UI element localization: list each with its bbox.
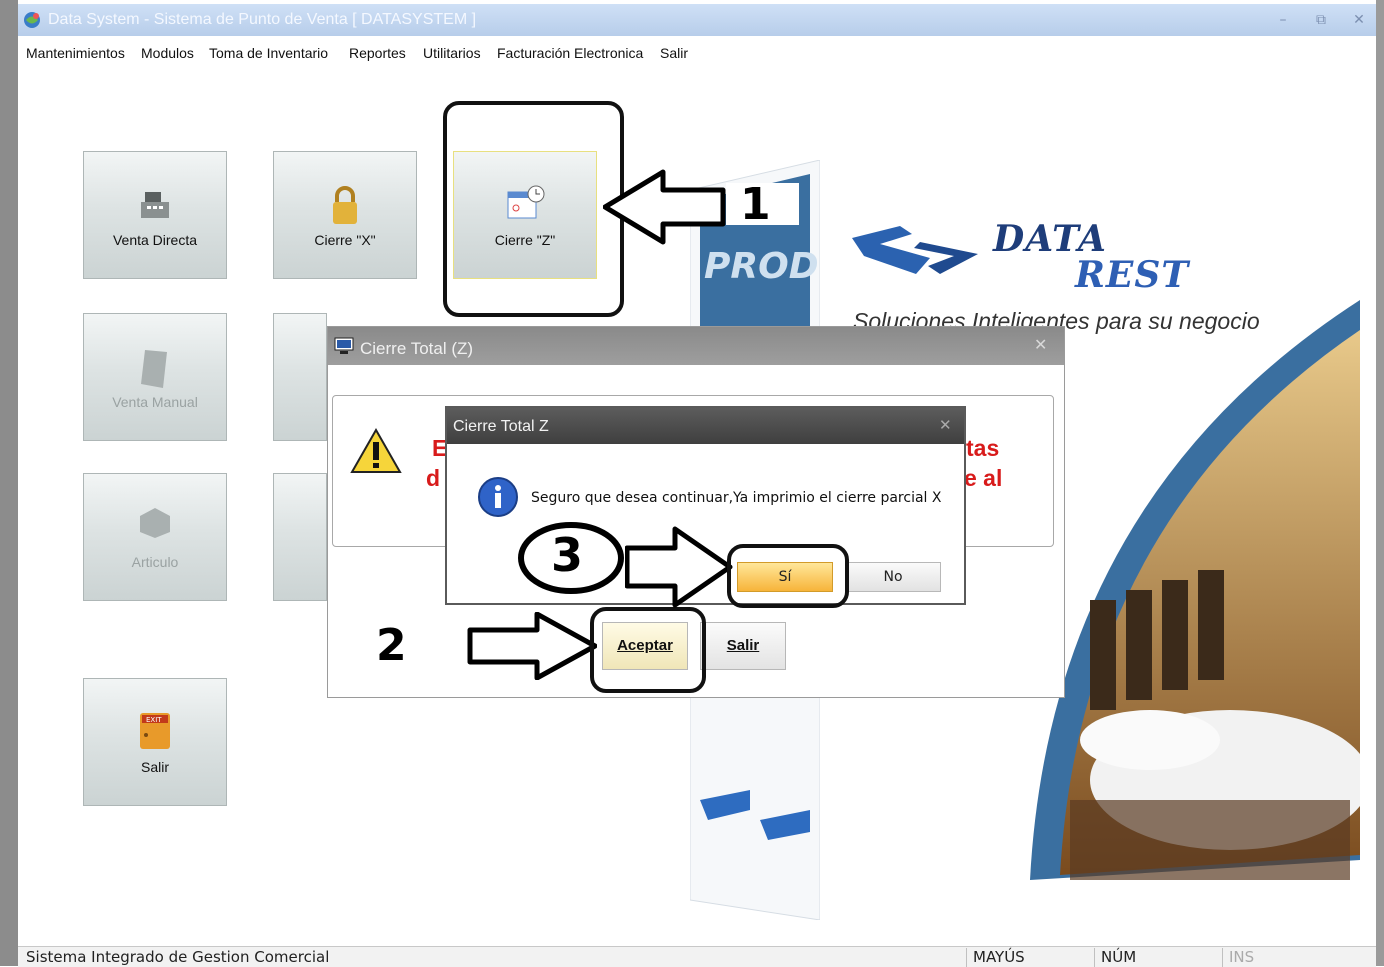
status-text: Sistema Integrado de Gestion Comercial xyxy=(26,948,330,966)
title-bar: Data System - Sistema de Punto de Venta … xyxy=(18,4,1376,36)
datarest-logo-icon xyxy=(852,226,978,274)
app-window: Data System - Sistema de Punto de Venta … xyxy=(0,0,1384,967)
status-bar: Sistema Integrado de Gestion Comercial M… xyxy=(18,946,1376,967)
restore-button[interactable]: ⧉ xyxy=(1310,10,1332,30)
dialog-title-bar: Cierre Total Z ✕ xyxy=(447,408,964,444)
menu-utilitarios[interactable]: Utilitarios xyxy=(423,45,481,61)
minimize-button[interactable]: – xyxy=(1272,10,1294,30)
highlight-cierre-z xyxy=(443,101,624,317)
menu-salir[interactable]: Salir xyxy=(660,45,688,61)
tile-articulo[interactable]: Articulo xyxy=(83,473,227,601)
dialog-close-button[interactable]: ✕ xyxy=(1034,335,1047,354)
svg-text:EXIT: EXIT xyxy=(146,716,162,724)
window-title: Data System - Sistema de Punto de Venta … xyxy=(48,11,477,28)
tile-disabled-2[interactable] xyxy=(273,313,327,441)
tile-cierre-x[interactable]: Cierre "X" xyxy=(273,151,417,279)
cash-register-icon xyxy=(141,192,169,218)
menu-mantenimientos[interactable]: Mantenimientos xyxy=(26,45,125,61)
highlight-yes xyxy=(727,544,849,608)
tile-label: Articulo xyxy=(131,554,179,570)
logo-text-rest: REST xyxy=(1075,254,1190,296)
warning-text-fragment: e al xyxy=(964,465,1003,491)
box-icon xyxy=(140,508,170,538)
tile-salir[interactable]: EXIT Salir xyxy=(83,678,227,806)
menu-toma-inventario[interactable]: Toma de Inventario xyxy=(209,45,328,61)
prod-label: PROD xyxy=(704,246,819,287)
step2-number: 2 xyxy=(376,620,407,671)
window-right-border xyxy=(1376,0,1384,966)
menu-facturacion[interactable]: Facturación Electronica xyxy=(497,45,643,61)
dialog-title: Cierre Total (Z) xyxy=(360,339,474,358)
tile-label: Cierre "X" xyxy=(314,232,376,248)
warning-icon xyxy=(350,427,402,473)
arrow-right-icon xyxy=(625,526,733,608)
no-button[interactable]: No xyxy=(845,562,941,592)
exit-door-icon: EXIT xyxy=(140,713,170,749)
warning-text-fragment: tas xyxy=(966,435,1000,461)
menu-reportes[interactable]: Reportes xyxy=(349,45,406,61)
window-left-border xyxy=(0,0,18,966)
salir-label: Salir xyxy=(726,637,760,654)
status-caps: MAYÚS xyxy=(966,948,1090,967)
tile-venta-manual[interactable]: Venta Manual xyxy=(83,313,227,441)
dialog-title-bar: Cierre Total (Z) ✕ xyxy=(328,327,1064,365)
close-button[interactable]: ✕ xyxy=(1348,10,1370,30)
warning-text-fragment: d xyxy=(426,465,441,491)
dialog-close-button[interactable]: ✕ xyxy=(939,416,952,434)
step1-badge: 1 xyxy=(726,179,799,230)
tile-venta-directa[interactable]: Venta Directa xyxy=(83,151,227,279)
arrow-left-icon xyxy=(603,169,726,245)
tile-label: Venta Directa xyxy=(112,232,198,248)
status-ins: INS xyxy=(1222,948,1346,967)
computer-icon xyxy=(334,337,354,354)
tile-label: Venta Manual xyxy=(112,394,198,410)
info-icon xyxy=(478,477,518,517)
highlight-aceptar xyxy=(590,607,706,693)
padlock-icon xyxy=(333,186,357,224)
tile-label: Salir xyxy=(140,759,169,775)
menu-bar: Mantenimientos Modulos Toma de Inventari… xyxy=(18,38,1376,66)
confirm-message: Seguro que desea continuar,Ya imprimio e… xyxy=(531,490,942,506)
step1-number: 1 xyxy=(740,179,771,230)
salir-button[interactable]: Salir xyxy=(700,622,786,670)
arrow-right-icon xyxy=(467,612,597,680)
tile-disabled-4[interactable] xyxy=(273,473,327,601)
step3-number: 3 xyxy=(551,528,584,582)
app-icon xyxy=(24,12,40,28)
restaurant-photo xyxy=(1030,300,1360,880)
document-icon xyxy=(141,350,167,388)
menu-modulos[interactable]: Modulos xyxy=(141,45,194,61)
status-num: NÚM xyxy=(1094,948,1218,967)
dialog-title: Cierre Total Z xyxy=(453,418,549,435)
step3-badge: 3 xyxy=(515,519,627,597)
